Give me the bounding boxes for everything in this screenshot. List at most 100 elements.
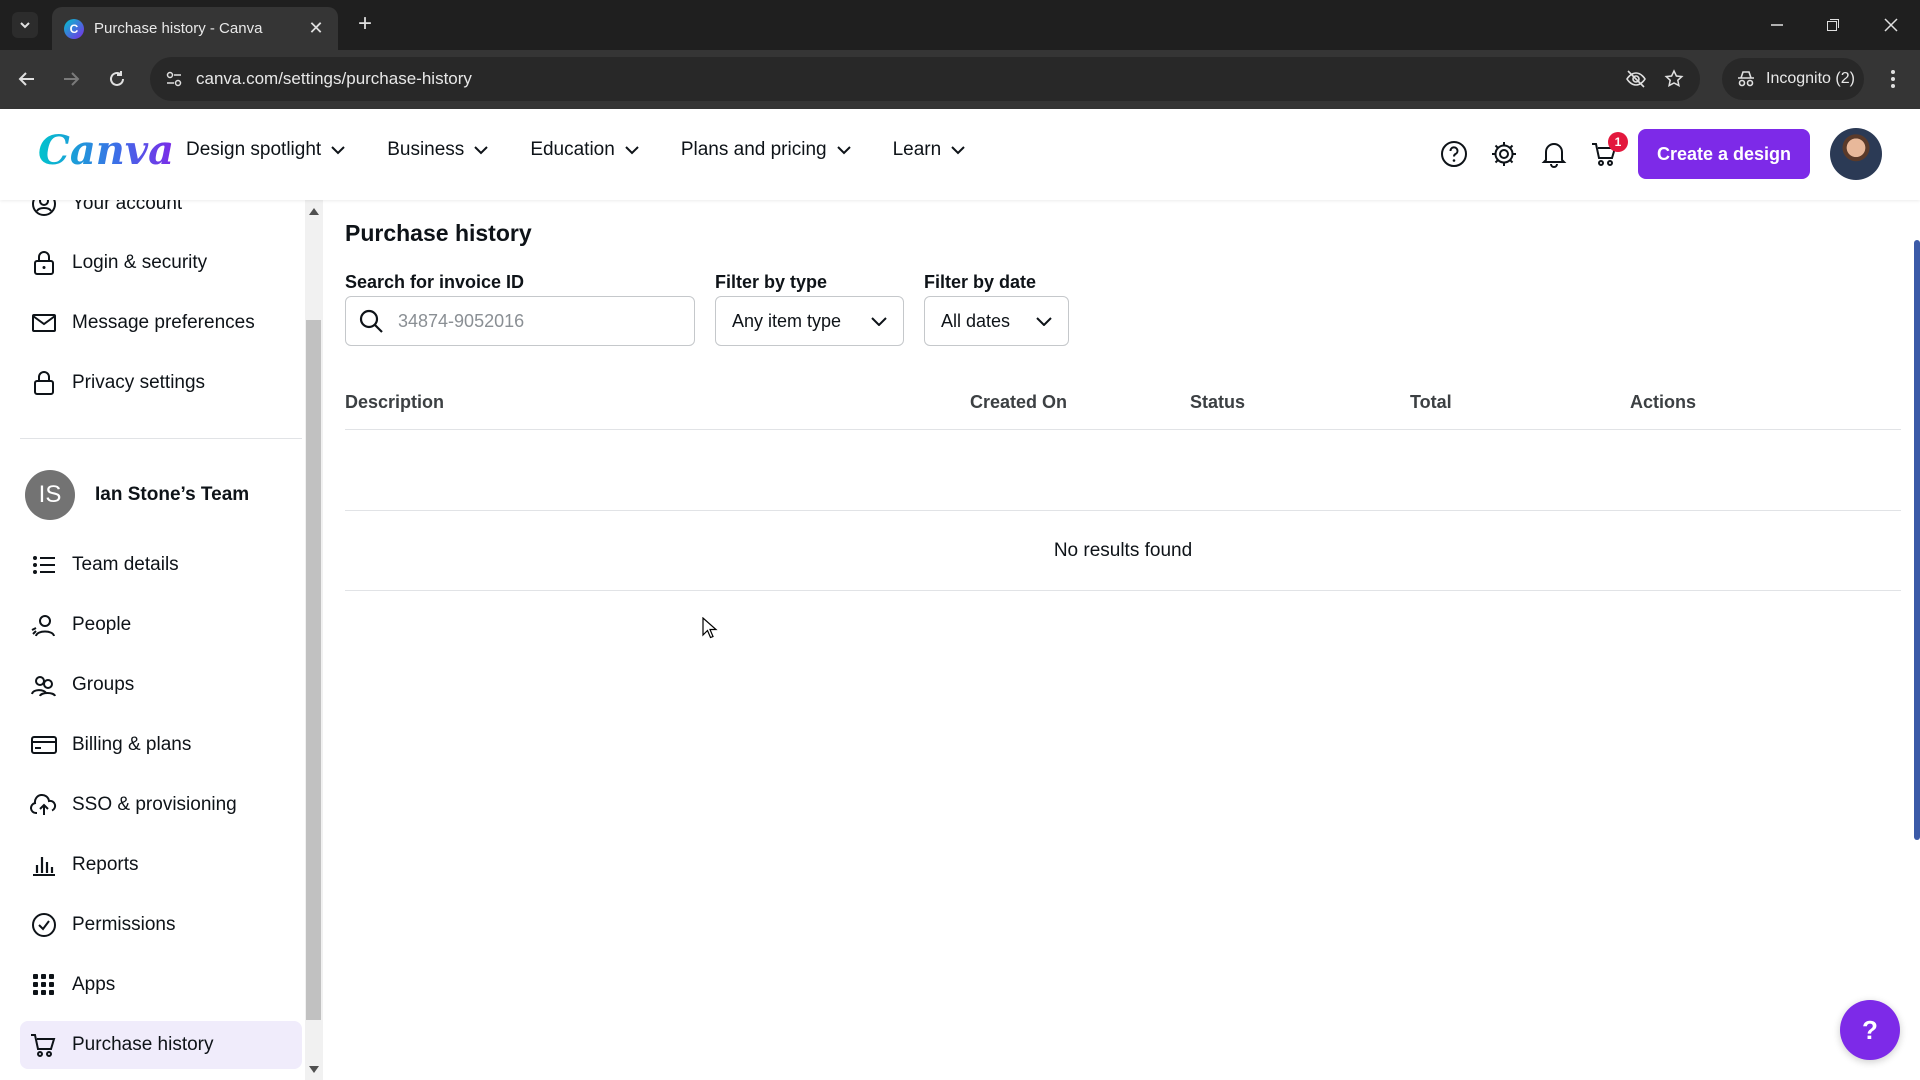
filter-type-select[interactable]: Any item type <box>715 296 904 346</box>
page-scrollbar[interactable] <box>1914 240 1920 840</box>
team-avatar: IS <box>25 470 75 520</box>
tab-close-icon[interactable]: ✕ <box>306 18 326 39</box>
sidebar-item-message-preferences[interactable]: Message preferences <box>20 299 302 347</box>
nav-label: Education <box>530 139 615 160</box>
sidebar-item-label: Your account <box>72 200 183 214</box>
bookmark-star-icon[interactable] <box>1662 67 1686 91</box>
notifications-button[interactable] <box>1536 136 1572 172</box>
filter-type-label: Filter by type <box>715 272 828 292</box>
cart-button[interactable]: 1 <box>1586 132 1628 172</box>
sidebar-item-label: Apps <box>72 974 116 995</box>
sidebar-item-billing-plans[interactable]: Billing & plans <box>20 721 302 769</box>
nav-learn[interactable]: Learn <box>893 139 966 161</box>
forward-button[interactable] <box>56 64 86 94</box>
table-header: Description Created On Status Total Acti… <box>345 392 1901 430</box>
scroll-up-arrow-icon[interactable] <box>308 205 320 217</box>
mouse-cursor-icon <box>702 617 718 639</box>
table-row-divider <box>345 590 1901 591</box>
nav-plans-and-pricing[interactable]: Plans and pricing <box>681 139 851 161</box>
settings-button[interactable] <box>1486 136 1522 172</box>
tab-title: Purchase history - Canva <box>94 20 263 37</box>
reload-icon <box>110 71 124 86</box>
help-circle-icon <box>1441 141 1467 167</box>
back-button[interactable] <box>12 64 42 94</box>
kebab-menu-icon <box>1891 70 1895 88</box>
gear-icon <box>1492 142 1516 166</box>
sidebar-item-label: Message preferences <box>72 312 255 333</box>
user-avatar[interactable] <box>1830 128 1882 180</box>
cart-count-badge: 1 <box>1608 132 1628 152</box>
team-name: Ian Stone’s Team <box>95 484 250 505</box>
sidebar-item-team-details[interactable]: Team details <box>20 541 302 589</box>
groups-icon <box>30 671 58 699</box>
nav-business[interactable]: Business <box>387 139 489 161</box>
reload-button[interactable] <box>102 64 132 94</box>
column-header-status: Status <box>1190 392 1246 412</box>
list-icon <box>30 551 58 579</box>
sidebar-item-label: Team details <box>72 554 179 575</box>
site-info-icon[interactable] <box>162 67 186 91</box>
nav-label: Plans and pricing <box>680 139 827 160</box>
nav-design-spotlight[interactable]: Design spotlight <box>186 139 345 161</box>
minimize-button[interactable] <box>1762 10 1792 40</box>
nav-label: Business <box>387 139 465 160</box>
sidebar-item-your-account[interactable]: Your account <box>20 200 302 228</box>
incognito-icon <box>1738 71 1754 87</box>
sidebar-item-login-security[interactable]: Login & security <box>20 239 302 287</box>
chevron-down-icon <box>331 146 345 155</box>
incognito-indicator[interactable]: Incognito (2) <box>1722 58 1864 100</box>
filter-date-select[interactable]: All dates <box>924 296 1069 346</box>
arrow-right-icon <box>64 72 80 86</box>
empty-state-message: No results found <box>1053 540 1193 561</box>
sidebar-item-permissions[interactable]: Permissions <box>20 901 302 949</box>
sidebar-item-label: Privacy settings <box>72 372 206 393</box>
sidebar-item-apps[interactable]: Apps <box>20 961 302 1009</box>
sidebar-item-label: Login & security <box>72 252 208 273</box>
sidebar-item-purchase-history[interactable]: Purchase history <box>20 1021 302 1069</box>
arrow-left-icon <box>18 72 34 86</box>
help-chat-button[interactable]: ? <box>1840 1000 1900 1060</box>
column-header-description: Description <box>345 392 445 412</box>
create-design-button[interactable]: Create a design <box>1638 129 1810 179</box>
invoice-search-field[interactable] <box>345 296 695 346</box>
search-label: Search for invoice ID <box>345 272 525 292</box>
browser-tab-active[interactable]: C Purchase history - Canva ✕ <box>52 7 338 50</box>
sidebar-item-people[interactable]: People <box>20 601 302 649</box>
grid-icon <box>30 971 58 999</box>
tab-search-button[interactable] <box>12 12 38 38</box>
nav-education[interactable]: Education <box>530 139 639 161</box>
table-row-divider <box>345 510 1901 511</box>
eye-off-icon[interactable] <box>1624 67 1648 91</box>
browser-menu-button[interactable] <box>1878 64 1908 94</box>
column-header-created-on: Created On <box>970 392 1068 412</box>
browser-tab-strip: C Purchase history - Canva ✕ + <box>0 0 1920 50</box>
filter-date-label: Filter by date <box>924 272 1037 292</box>
card-icon <box>30 731 58 759</box>
address-url: canva.com/settings/purchase-history <box>196 69 472 88</box>
sidebar-item-label: Permissions <box>72 914 176 935</box>
sidebar-item-privacy-settings[interactable]: Privacy settings <box>20 359 302 407</box>
sidebar-item-label: Groups <box>72 674 135 695</box>
help-button[interactable] <box>1436 136 1472 172</box>
restore-button[interactable] <box>1818 10 1848 40</box>
envelope-icon <box>30 309 58 337</box>
cloud-upload-icon <box>30 791 58 819</box>
incognito-label: Incognito (2) <box>1766 70 1855 87</box>
canva-logo[interactable]: Canva <box>38 127 174 174</box>
sidebar-item-label: Billing & plans <box>72 734 192 755</box>
close-icon <box>1884 18 1898 32</box>
sidebar-item-groups[interactable]: Groups <box>20 661 302 709</box>
address-bar[interactable]: canva.com/settings/purchase-history <box>150 57 1700 101</box>
chevron-down-icon <box>625 146 639 155</box>
sidebar-scroll-thumb[interactable] <box>306 320 321 1020</box>
invoice-search-input[interactable] <box>398 310 678 332</box>
sidebar-item-reports[interactable]: Reports <box>20 841 302 889</box>
privacy-lock-icon <box>30 369 58 397</box>
scroll-down-arrow-icon[interactable] <box>308 1064 320 1076</box>
bell-icon <box>1541 143 1567 168</box>
sidebar-item-sso-provisioning[interactable]: SSO & provisioning <box>20 781 302 829</box>
search-icon <box>359 309 383 333</box>
sidebar-item-label: Reports <box>72 854 139 875</box>
new-tab-button[interactable]: + <box>352 12 378 38</box>
close-window-button[interactable] <box>1876 10 1906 40</box>
